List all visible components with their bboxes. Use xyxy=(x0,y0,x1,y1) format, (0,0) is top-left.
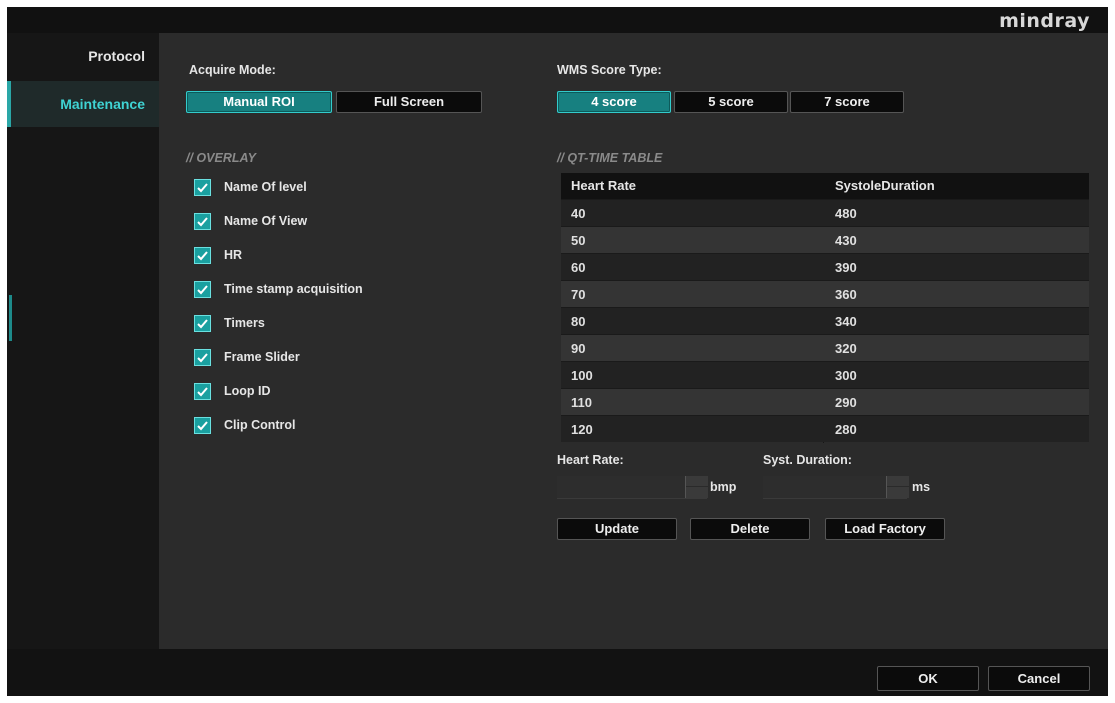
checkbox-label: Timers xyxy=(224,316,265,330)
checkmark-icon xyxy=(197,183,208,193)
sidebar-item-label: Maintenance xyxy=(60,96,145,112)
load-factory-button[interactable]: Load Factory xyxy=(825,518,945,540)
table-header-row: Heart Rate SystoleDuration xyxy=(561,173,1089,199)
sidebar-item-protocol[interactable]: Protocol xyxy=(7,33,159,79)
checkbox[interactable] xyxy=(194,213,211,230)
cell-heart-rate: 80 xyxy=(571,314,586,329)
table-row[interactable]: 90 320 xyxy=(561,334,1089,361)
checkbox-label: Name Of level xyxy=(224,180,307,194)
sidebar-item-label: Protocol xyxy=(88,48,145,64)
wms-score-type-label: WMS Score Type: xyxy=(557,63,662,77)
qt-time-table: Heart Rate SystoleDuration 40 480 50 430 6… xyxy=(561,173,1089,443)
checkbox-label: Clip Control xyxy=(224,418,296,432)
section-marker: // xyxy=(557,151,568,165)
footer-bar: OK Cancel xyxy=(7,649,1108,696)
column-header-heart-rate: Heart Rate xyxy=(571,178,637,193)
ok-button[interactable]: OK xyxy=(877,666,979,691)
checkbox[interactable] xyxy=(194,179,211,196)
score-5-button[interactable]: 5 score xyxy=(674,91,788,113)
spinner-up[interactable] xyxy=(686,476,708,487)
cell-heart-rate: 110 xyxy=(571,395,592,410)
cell-systole-duration: 360 xyxy=(835,287,857,302)
heart-rate-label: Heart Rate: xyxy=(557,453,624,467)
heart-rate-unit: bmp xyxy=(710,480,737,494)
checkmark-icon xyxy=(197,217,208,227)
sidebar-scroll-indicator xyxy=(9,295,12,341)
checkbox-label: Frame Slider xyxy=(224,350,300,364)
checkmark-icon xyxy=(197,387,208,397)
cancel-button[interactable]: Cancel xyxy=(988,666,1090,691)
checkmark-icon xyxy=(197,353,208,363)
table-row[interactable]: 60 390 xyxy=(561,253,1089,280)
table-row[interactable]: 40 480 xyxy=(561,199,1089,226)
table-row[interactable]: 110 290 xyxy=(561,388,1089,415)
checkmark-icon xyxy=(197,251,208,261)
cell-systole-duration: 320 xyxy=(835,341,857,356)
cell-heart-rate: 60 xyxy=(571,260,586,275)
acquire-mode-label: Acquire Mode: xyxy=(189,63,276,77)
checkbox[interactable] xyxy=(194,315,211,332)
table-row[interactable]: 50 430 xyxy=(561,226,1089,253)
delete-button[interactable]: Delete xyxy=(690,518,810,540)
checkmark-icon xyxy=(197,319,208,329)
checkmark-icon xyxy=(197,285,208,295)
heart-rate-spinner[interactable] xyxy=(685,476,708,498)
cell-systole-duration: 390 xyxy=(835,260,857,275)
qt-table-section-title: // QT-TIME TABLE xyxy=(557,151,663,165)
sidebar-item-maintenance[interactable]: Maintenance xyxy=(7,81,159,127)
table-row[interactable]: 120 280 xyxy=(561,415,1089,442)
table-row[interactable]: 70 360 xyxy=(561,280,1089,307)
syst-duration-label: Syst. Duration: xyxy=(763,453,852,467)
checkbox-label: Name Of View xyxy=(224,214,308,228)
cell-systole-duration: 340 xyxy=(835,314,857,329)
maintenance-dialog: mindray Protocol Maintenance Acquire Mod… xyxy=(7,7,1108,696)
sidebar: Protocol Maintenance xyxy=(7,33,159,649)
cell-heart-rate: 120 xyxy=(571,422,593,437)
checkbox-label: Time stamp acquisition xyxy=(224,282,363,296)
brand-logo: mindray xyxy=(999,10,1090,32)
update-button[interactable]: Update xyxy=(557,518,677,540)
table-row[interactable]: 80 340 xyxy=(561,307,1089,334)
checkbox[interactable] xyxy=(194,247,211,264)
spinner-up[interactable] xyxy=(887,476,909,487)
syst-duration-spinner[interactable] xyxy=(886,476,909,498)
section-marker: // xyxy=(186,151,197,165)
main-panel: Acquire Mode: Manual ROI Full Screen WMS… xyxy=(159,33,1108,649)
checkbox-label: Loop ID xyxy=(224,384,271,398)
cell-systole-duration: 290 xyxy=(835,395,857,410)
syst-duration-unit: ms xyxy=(912,480,931,494)
cell-heart-rate: 90 xyxy=(571,341,586,356)
checkbox[interactable] xyxy=(194,281,211,298)
full-screen-button[interactable]: Full Screen xyxy=(336,91,482,113)
cell-systole-duration: 300 xyxy=(835,368,857,383)
checkbox[interactable] xyxy=(194,417,211,434)
title-bar: mindray xyxy=(7,7,1108,33)
manual-roi-button[interactable]: Manual ROI xyxy=(186,91,332,113)
checkbox[interactable] xyxy=(194,349,211,366)
column-header-systole-duration: SystoleDuration xyxy=(835,178,935,193)
checkmark-icon xyxy=(197,421,208,431)
cell-heart-rate: 40 xyxy=(571,206,586,221)
cell-heart-rate: 70 xyxy=(571,287,586,302)
cell-systole-duration: 480 xyxy=(835,206,857,221)
cell-heart-rate: 100 xyxy=(571,368,593,383)
cell-systole-duration: 430 xyxy=(835,233,857,248)
score-7-button[interactable]: 7 score xyxy=(790,91,904,113)
score-4-button[interactable]: 4 score xyxy=(557,91,671,113)
table-row[interactable]: 100 300 xyxy=(561,361,1089,388)
checkbox[interactable] xyxy=(194,383,211,400)
cell-systole-duration: 280 xyxy=(835,422,857,437)
checkbox-label: HR xyxy=(224,248,243,262)
overlay-section-title: // OVERLAY xyxy=(186,151,256,165)
cell-heart-rate: 50 xyxy=(571,233,586,248)
